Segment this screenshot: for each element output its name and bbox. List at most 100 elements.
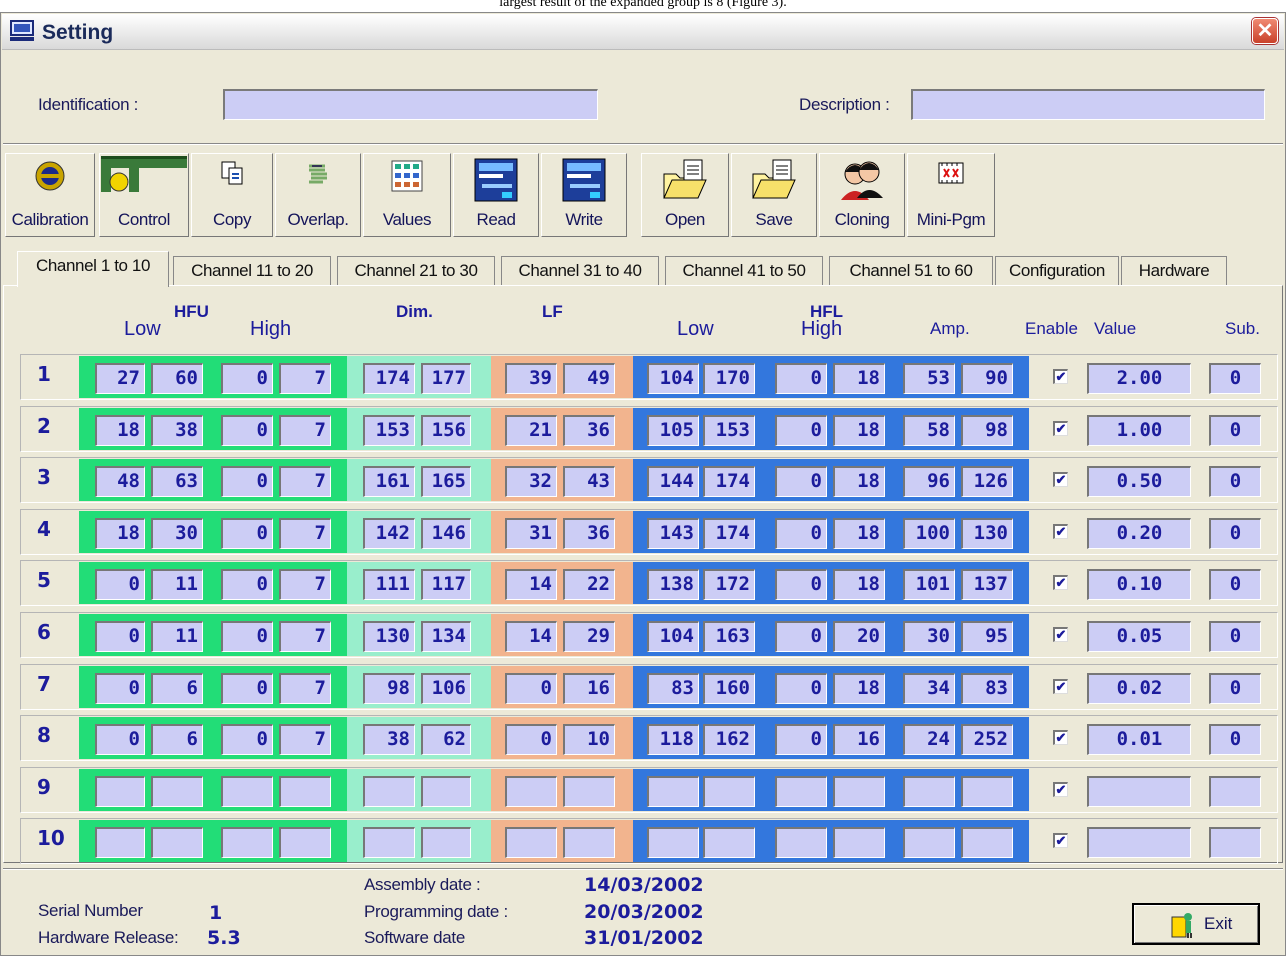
hfl-low-min-field[interactable]: 143 bbox=[647, 517, 699, 549]
lf-min-field[interactable]: 21 bbox=[505, 414, 557, 446]
hfu-high-min-field[interactable] bbox=[221, 775, 273, 807]
hfl-low-min-field[interactable]: 138 bbox=[647, 569, 699, 601]
hfl-high-max-field[interactable]: 16 bbox=[833, 724, 885, 756]
dim-min-field[interactable]: 142 bbox=[363, 517, 415, 549]
enable-checkbox[interactable]: ✔ bbox=[1053, 523, 1068, 539]
dim-max-field[interactable]: 117 bbox=[421, 569, 471, 601]
hfl-low-min-field[interactable]: 104 bbox=[647, 363, 699, 394]
hfl-low-min-field[interactable]: 104 bbox=[647, 621, 699, 652]
sub-field[interactable] bbox=[1209, 827, 1261, 859]
hfl-high-min-field[interactable] bbox=[775, 827, 827, 859]
amp-min-field[interactable] bbox=[903, 775, 955, 807]
amp-min-field[interactable]: 58 bbox=[903, 414, 955, 446]
sub-field[interactable]: 0 bbox=[1209, 414, 1261, 446]
lf-min-field[interactable]: 14 bbox=[505, 569, 557, 601]
lf-max-field[interactable]: 22 bbox=[563, 569, 615, 601]
hfu-high-max-field[interactable] bbox=[279, 775, 331, 807]
dim-min-field[interactable]: 161 bbox=[363, 466, 415, 498]
hfl-low-max-field[interactable]: 162 bbox=[703, 724, 755, 756]
dim-max-field[interactable]: 134 bbox=[421, 621, 471, 652]
tab-channel-1-to-10[interactable]: Channel 1 to 10 bbox=[17, 251, 169, 287]
hfu-low-min-field[interactable]: 0 bbox=[95, 621, 145, 652]
toolbar-control-button[interactable]: Control bbox=[99, 153, 189, 237]
hfu-high-max-field[interactable]: 7 bbox=[279, 414, 331, 446]
lf-min-field[interactable]: 31 bbox=[505, 517, 557, 549]
enable-checkbox[interactable]: ✔ bbox=[1053, 730, 1068, 746]
dim-min-field[interactable]: 174 bbox=[363, 363, 415, 394]
hfu-low-min-field[interactable]: 0 bbox=[95, 724, 145, 756]
hfu-low-min-field[interactable] bbox=[95, 775, 145, 807]
hfl-low-min-field[interactable]: 144 bbox=[647, 466, 699, 498]
hfl-high-max-field[interactable]: 18 bbox=[833, 363, 885, 394]
value-field[interactable]: 0.50 bbox=[1087, 466, 1191, 498]
hfl-high-min-field[interactable]: 0 bbox=[775, 363, 827, 394]
value-field[interactable]: 1.00 bbox=[1087, 414, 1191, 446]
hfl-high-min-field[interactable]: 0 bbox=[775, 724, 827, 756]
hfu-high-min-field[interactable]: 0 bbox=[221, 517, 273, 549]
dim-max-field[interactable]: 146 bbox=[421, 517, 471, 549]
hfl-low-min-field[interactable] bbox=[647, 827, 699, 859]
toolbar-copy-button[interactable]: Copy bbox=[191, 153, 273, 237]
value-field[interactable]: 2.00 bbox=[1087, 363, 1191, 394]
lf-max-field[interactable] bbox=[563, 775, 615, 807]
lf-min-field[interactable]: 0 bbox=[505, 672, 557, 704]
enable-checkbox[interactable]: ✔ bbox=[1053, 781, 1068, 797]
tab-hardware[interactable]: Hardware bbox=[1121, 256, 1227, 286]
hfl-low-max-field[interactable] bbox=[703, 775, 755, 807]
hfl-high-max-field[interactable]: 20 bbox=[833, 621, 885, 652]
hfu-low-max-field[interactable]: 38 bbox=[151, 414, 203, 446]
hfu-low-max-field[interactable] bbox=[151, 827, 203, 859]
hfu-low-max-field[interactable]: 30 bbox=[151, 517, 203, 549]
tab-channel-41-to-50[interactable]: Channel 41 to 50 bbox=[665, 256, 823, 286]
amp-max-field[interactable]: 95 bbox=[961, 621, 1013, 652]
enable-checkbox[interactable]: ✔ bbox=[1053, 678, 1068, 694]
hfu-high-min-field[interactable]: 0 bbox=[221, 621, 273, 652]
hfl-low-max-field[interactable]: 172 bbox=[703, 569, 755, 601]
hfl-low-max-field[interactable]: 153 bbox=[703, 414, 755, 446]
amp-min-field[interactable]: 101 bbox=[903, 569, 955, 601]
value-field[interactable]: 0.20 bbox=[1087, 517, 1191, 549]
sub-field[interactable]: 0 bbox=[1209, 466, 1261, 498]
enable-checkbox[interactable]: ✔ bbox=[1053, 472, 1068, 488]
hfu-low-min-field[interactable]: 27 bbox=[95, 363, 145, 394]
hfl-high-min-field[interactable]: 0 bbox=[775, 621, 827, 652]
hfl-high-max-field[interactable] bbox=[833, 775, 885, 807]
amp-max-field[interactable]: 98 bbox=[961, 414, 1013, 446]
amp-min-field[interactable]: 30 bbox=[903, 621, 955, 652]
hfu-high-max-field[interactable]: 7 bbox=[279, 621, 331, 652]
hfu-high-min-field[interactable]: 0 bbox=[221, 724, 273, 756]
amp-max-field[interactable] bbox=[961, 827, 1013, 859]
toolbar-write-button[interactable]: Write bbox=[541, 153, 627, 237]
hfl-high-max-field[interactable] bbox=[833, 827, 885, 859]
hfl-low-min-field[interactable]: 118 bbox=[647, 724, 699, 756]
hfl-low-min-field[interactable] bbox=[647, 775, 699, 807]
tab-configuration[interactable]: Configuration bbox=[995, 256, 1119, 286]
amp-min-field[interactable]: 96 bbox=[903, 466, 955, 498]
sub-field[interactable]: 0 bbox=[1209, 569, 1261, 601]
hfu-low-min-field[interactable]: 48 bbox=[95, 466, 145, 498]
lf-min-field[interactable]: 39 bbox=[505, 363, 557, 394]
hfl-low-max-field[interactable]: 163 bbox=[703, 621, 755, 652]
hfu-low-max-field[interactable]: 60 bbox=[151, 363, 203, 394]
hfu-low-max-field[interactable]: 6 bbox=[151, 724, 203, 756]
amp-min-field[interactable]: 34 bbox=[903, 672, 955, 704]
dim-max-field[interactable]: 177 bbox=[421, 363, 471, 394]
hfu-low-max-field[interactable]: 63 bbox=[151, 466, 203, 498]
amp-max-field[interactable]: 90 bbox=[961, 363, 1013, 394]
enable-checkbox[interactable]: ✔ bbox=[1053, 575, 1068, 591]
lf-max-field[interactable]: 36 bbox=[563, 517, 615, 549]
dim-min-field[interactable]: 111 bbox=[363, 569, 415, 601]
value-field[interactable]: 0.05 bbox=[1087, 621, 1191, 652]
toolbar-values-button[interactable]: Values bbox=[363, 153, 451, 237]
hfu-high-max-field[interactable]: 7 bbox=[279, 724, 331, 756]
dim-max-field[interactable]: 106 bbox=[421, 672, 471, 704]
sub-field[interactable]: 0 bbox=[1209, 517, 1261, 549]
value-field[interactable]: 0.01 bbox=[1087, 724, 1191, 756]
hfl-high-max-field[interactable]: 18 bbox=[833, 569, 885, 601]
dim-min-field[interactable]: 98 bbox=[363, 672, 415, 704]
sub-field[interactable]: 0 bbox=[1209, 621, 1261, 652]
hfl-low-min-field[interactable]: 83 bbox=[647, 672, 699, 704]
hfl-high-max-field[interactable]: 18 bbox=[833, 466, 885, 498]
tab-channel-21-to-30[interactable]: Channel 21 to 30 bbox=[337, 256, 495, 286]
lf-min-field[interactable]: 0 bbox=[505, 724, 557, 756]
